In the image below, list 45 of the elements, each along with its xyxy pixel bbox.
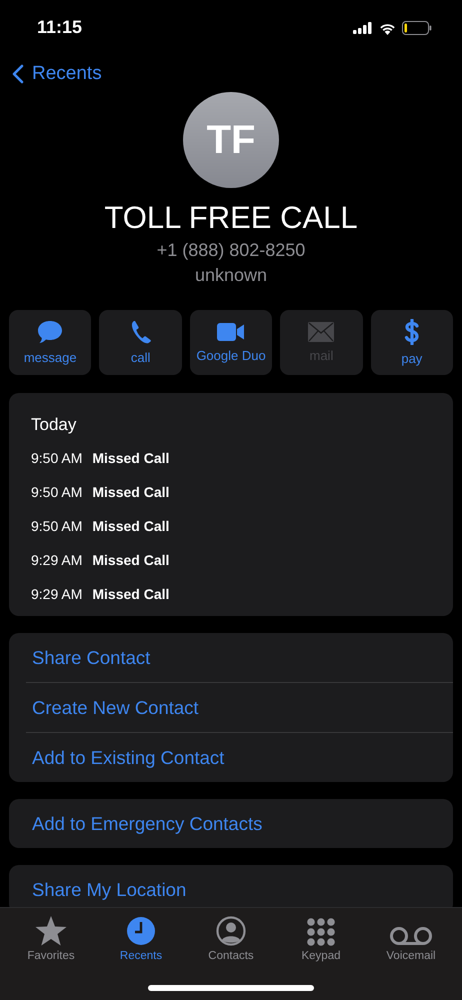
phone-label: unknown [194, 265, 268, 286]
call-type: Missed Call [92, 552, 170, 568]
call-time: 9:50 AM [31, 450, 82, 466]
dollar-icon [404, 319, 420, 345]
call-type: Missed Call [92, 518, 170, 534]
action-button[interactable]: call [99, 310, 182, 375]
call-type: Missed Call [92, 484, 170, 500]
history-heading: Today [31, 415, 78, 435]
phone-number: +1 (888) 802-8250 [156, 240, 306, 261]
call-time: 9:29 AM [31, 552, 82, 568]
clock-icon [126, 916, 156, 946]
option-link[interactable]: Create New Contact [26, 682, 453, 732]
contact-name: TOLL FREE CALL [104, 200, 358, 236]
option-link[interactable]: Add to Emergency Contacts [26, 799, 453, 848]
action-button[interactable]: message [9, 310, 92, 375]
call-time: 9:50 AM [31, 518, 82, 534]
back-link[interactable]: Recents [12, 63, 102, 85]
back-chevron-icon [12, 64, 24, 84]
option-link[interactable]: Add to Existing Contact [26, 732, 453, 782]
voicemail-icon [389, 926, 433, 946]
speech-bubble-icon [37, 320, 64, 344]
tab-button[interactable]: Keypad [276, 914, 366, 962]
star-icon [35, 916, 67, 946]
envelope-icon [308, 322, 334, 342]
tab-button[interactable]: Recents [96, 914, 186, 962]
status-time: 11:15 [37, 17, 82, 38]
wifi-icon [379, 22, 396, 34]
action-button[interactable]: pay [370, 310, 454, 375]
call-time: 9:50 AM [31, 484, 82, 500]
call-time: 9:29 AM [31, 586, 82, 602]
option-link[interactable]: Share My Location [26, 865, 453, 907]
keypad-icon [307, 918, 335, 946]
contact-avatar: TF [183, 92, 279, 188]
call-type: Missed Call [92, 450, 170, 466]
battery-icon [402, 21, 432, 35]
option-link[interactable]: Share Contact [26, 633, 453, 682]
phone-icon [130, 320, 152, 344]
tab-button[interactable]: Favorites [6, 914, 96, 962]
call-type: Missed Call [92, 586, 170, 602]
tab-button[interactable]: Contacts [186, 914, 276, 962]
video-camera-icon [217, 322, 246, 342]
signal-icon [353, 22, 373, 34]
tab-button[interactable]: Voicemail [366, 914, 456, 962]
action-button[interactable]: Google Duo [190, 310, 272, 375]
person-circle-icon [216, 916, 246, 946]
